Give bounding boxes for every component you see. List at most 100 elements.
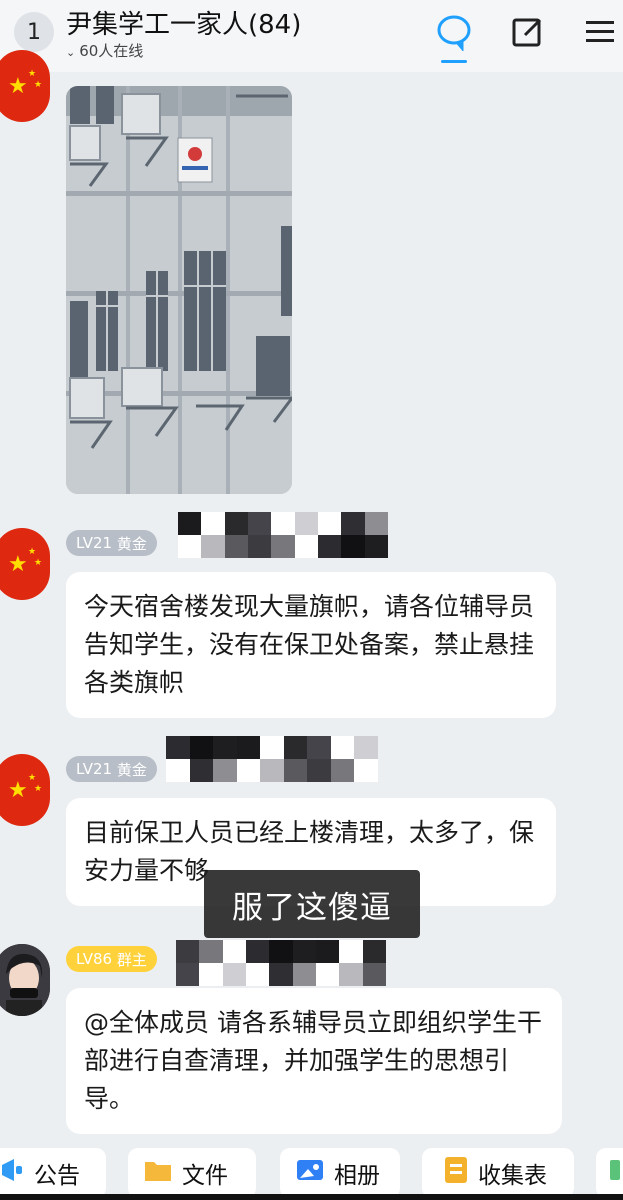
mosaic-cell — [364, 512, 388, 535]
mosaic-cell — [271, 535, 295, 558]
tab-more[interactable] — [596, 1148, 623, 1198]
mosaic-cell — [213, 736, 237, 759]
level-badge[interactable]: LV21 黄金 — [66, 530, 157, 556]
message-text: 今天宿舍楼发现大量旗帜，请各位辅导员告知学生，没有在保卫处备案，禁止悬挂各类旗帜 — [84, 592, 535, 697]
mosaic-cell — [260, 736, 284, 759]
mosaic-cell — [283, 759, 308, 782]
mosaic-cell — [222, 963, 246, 986]
group-title[interactable]: 尹集学工一家人(84) — [66, 4, 301, 41]
online-count-label: 60人在线 — [79, 42, 144, 60]
redacted-username — [166, 736, 378, 782]
form-icon — [444, 1156, 468, 1190]
mosaic-cell — [201, 535, 225, 558]
mosaic-cell — [269, 940, 293, 963]
edit-icon[interactable] — [508, 12, 548, 52]
mosaic-cell — [307, 736, 331, 759]
mosaic-cell — [271, 512, 295, 535]
flag-star-icon: ★ — [8, 778, 28, 803]
redacted-username — [178, 512, 388, 558]
level-number: LV21 — [76, 534, 113, 552]
level-title: 黄金 — [116, 760, 147, 779]
flag-star-icon: ★ — [28, 773, 37, 783]
tab-label: 公告 — [34, 1163, 80, 1189]
user-avatar[interactable] — [0, 944, 50, 1016]
mosaic-cell — [362, 940, 386, 963]
level-number: LV21 — [76, 760, 113, 778]
announcement-icon — [0, 1157, 24, 1189]
flag-star-icon: ★ — [34, 784, 43, 794]
album-icon — [296, 1158, 324, 1188]
tab-announcement[interactable]: 公告 — [0, 1148, 106, 1198]
mosaic-cell — [294, 535, 318, 558]
mosaic-cell — [246, 963, 270, 986]
mosaic-cell — [246, 940, 270, 963]
flag-star-icon: ★ — [28, 547, 37, 557]
flag-star-icon: ★ — [28, 69, 37, 79]
online-count[interactable]: ⌄ 60人在线 — [66, 40, 143, 61]
mosaic-cell — [201, 512, 225, 535]
china-flag-avatar[interactable]: ★ ★ ★ — [0, 50, 50, 122]
back-unread-badge[interactable]: 1 — [14, 12, 54, 52]
folder-icon — [144, 1158, 172, 1188]
mosaic-cell — [178, 512, 202, 535]
message-bubble[interactable]: 今天宿舍楼发现大量旗帜，请各位辅导员告知学生，没有在保卫处备案，禁止悬挂各类旗帜 — [66, 572, 556, 718]
level-title: 群主 — [116, 950, 147, 969]
mosaic-cell — [166, 736, 190, 759]
mosaic-cell — [176, 963, 200, 986]
mosaic-cell — [354, 759, 378, 782]
mosaic-cell — [224, 512, 248, 535]
mosaic-cell — [199, 963, 223, 986]
mosaic-cell — [189, 736, 214, 759]
mosaic-cell — [318, 512, 342, 535]
redacted-username — [176, 940, 386, 986]
mosaic-cell — [199, 940, 223, 963]
mosaic-cell — [213, 759, 237, 782]
message-bubble[interactable]: @全体成员 请各系辅导员立即组织学生干部进行自查清理，并加强学生的思想引导。 — [66, 988, 562, 1134]
level-badge[interactable]: LV21 黄金 — [66, 756, 157, 782]
mosaic-cell — [283, 736, 308, 759]
chat-header: 1 尹集学工一家人(84) ⌄ 60人在线 — [0, 0, 623, 72]
mosaic-cell — [330, 759, 355, 782]
more-icon — [608, 1158, 622, 1188]
mosaic-cell — [354, 736, 378, 759]
mosaic-cell — [339, 963, 363, 986]
mosaic-cell — [236, 736, 261, 759]
china-flag-avatar[interactable]: ★ ★ ★ — [0, 528, 50, 600]
mosaic-cell — [224, 535, 248, 558]
mosaic-cell — [316, 940, 340, 963]
flag-star-icon: ★ — [34, 80, 43, 90]
level-title: 黄金 — [116, 534, 147, 553]
mosaic-cell — [222, 940, 246, 963]
mosaic-cell — [330, 736, 355, 759]
tab-album[interactable]: 相册 — [280, 1148, 400, 1198]
mosaic-cell — [292, 940, 316, 963]
mosaic-cell — [178, 535, 202, 558]
screen-edge — [0, 1194, 623, 1200]
tab-collection-form[interactable]: 收集表 — [422, 1148, 574, 1198]
mosaic-cell — [362, 963, 386, 986]
flag-star-icon: ★ — [34, 558, 43, 568]
building-photo[interactable] — [66, 86, 292, 494]
mosaic-cell — [269, 963, 293, 986]
mosaic-cell — [307, 759, 331, 782]
mosaic-cell — [292, 963, 316, 986]
mosaic-cell — [294, 512, 318, 535]
mosaic-cell — [248, 535, 272, 558]
chevron-down-icon: ⌄ — [66, 46, 76, 59]
tab-label: 文件 — [182, 1163, 228, 1189]
level-badge[interactable]: LV86 群主 — [66, 946, 157, 972]
active-tab-indicator — [441, 60, 467, 63]
chat-bubble-icon[interactable] — [434, 12, 474, 52]
tab-files[interactable]: 文件 — [128, 1148, 256, 1198]
tab-label: 收集表 — [478, 1163, 547, 1189]
china-flag-avatar[interactable]: ★ ★ ★ — [0, 754, 50, 826]
menu-icon[interactable] — [580, 12, 620, 52]
mosaic-cell — [339, 940, 363, 963]
bottom-tab-bar: 公告 文件 相册 收集表 — [0, 1148, 623, 1200]
flag-star-icon: ★ — [8, 74, 28, 99]
mosaic-cell — [318, 535, 342, 558]
mosaic-cell — [260, 759, 284, 782]
video-caption: 服了这傻逼 — [204, 870, 420, 938]
mosaic-cell — [189, 759, 214, 782]
level-number: LV86 — [76, 950, 113, 968]
